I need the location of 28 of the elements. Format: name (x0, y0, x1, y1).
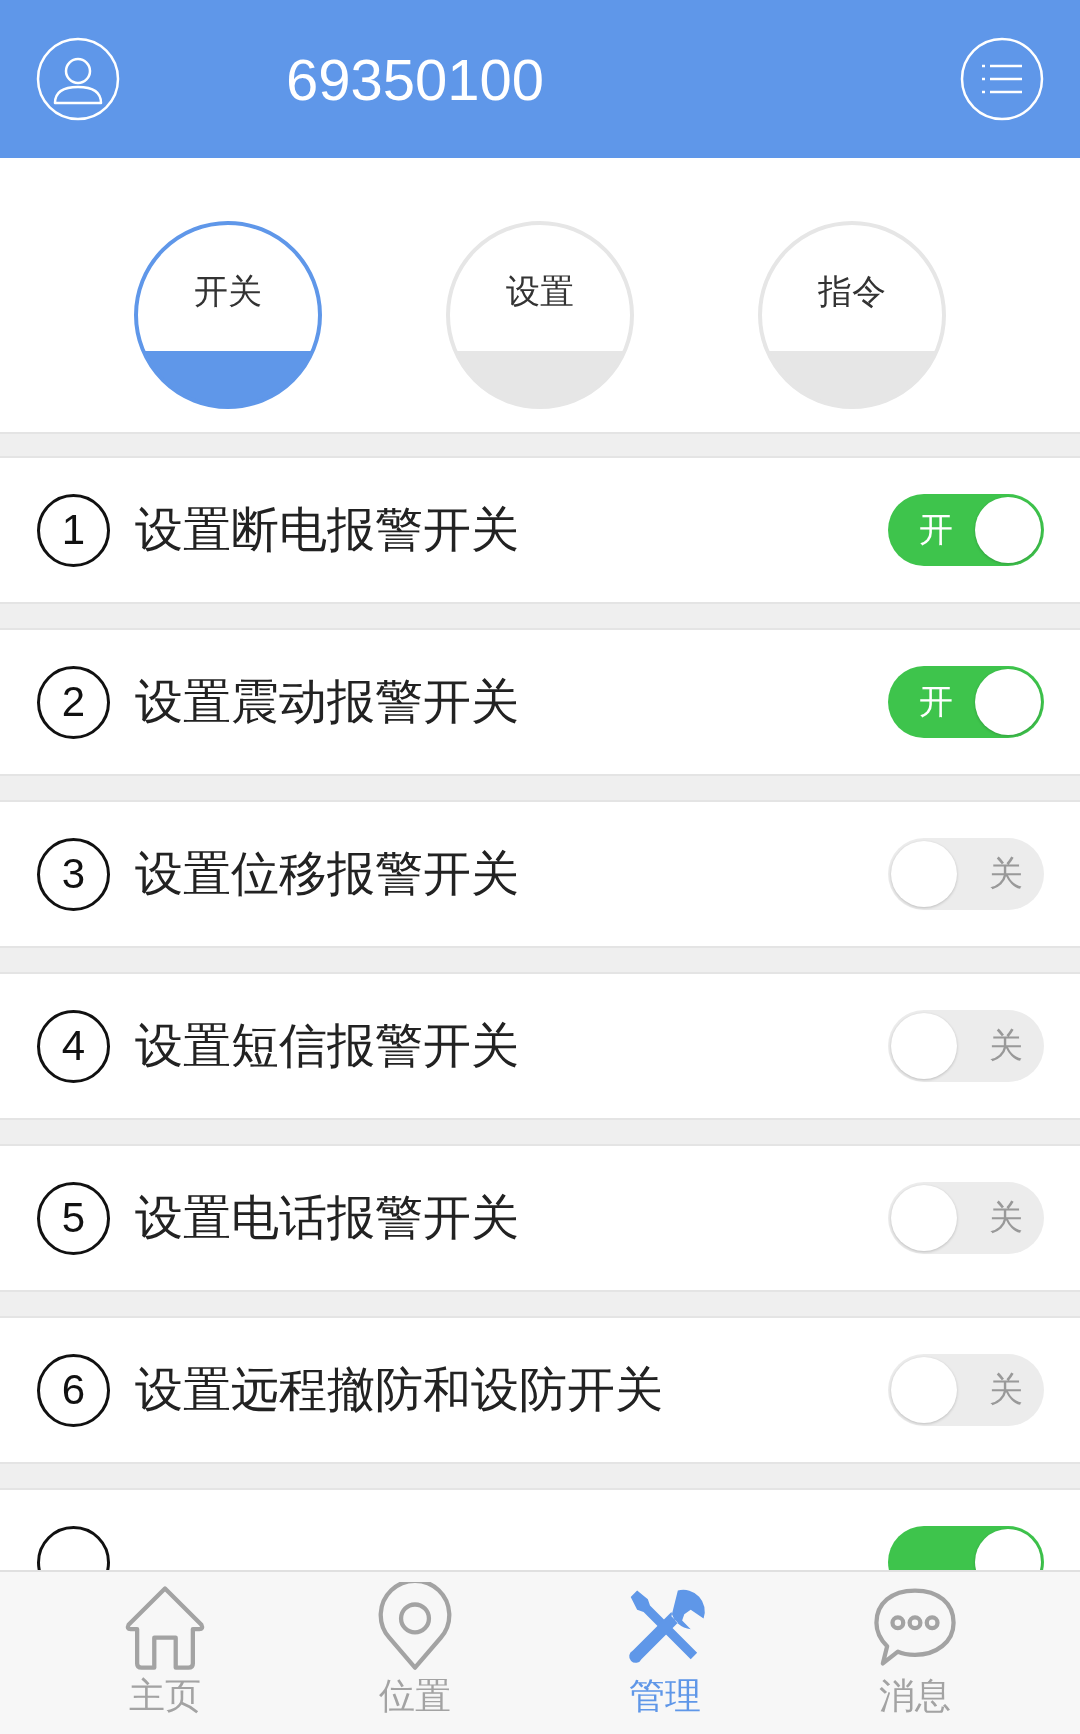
tab[interactable]: 设置 (446, 221, 634, 409)
switch-label: 设置震动报警开关 (135, 672, 520, 731)
toggle-switch[interactable]: 关 (888, 1010, 1044, 1082)
switch-label: 设置短信报警开关 (135, 1016, 520, 1075)
toggle-switch[interactable]: 开 (888, 494, 1044, 566)
nav-tab[interactable]: 管理 (595, 1572, 735, 1734)
user-icon[interactable] (36, 37, 120, 121)
toggle-switch[interactable]: 关 (888, 1182, 1044, 1254)
device-id-title: 69350100 (285, 45, 546, 113)
nav-tab[interactable]: 主页 (95, 1572, 235, 1734)
number-badge: 1 (37, 493, 110, 567)
tab[interactable]: 开关 (134, 221, 322, 409)
number-badge: 4 (37, 1009, 110, 1083)
tab[interactable]: 指令 (758, 221, 946, 409)
toggle-switch[interactable]: 关 (888, 838, 1044, 910)
menu-icon[interactable] (960, 37, 1044, 121)
number-badge: 3 (37, 837, 110, 911)
nav-tab[interactable]: 消息 (845, 1572, 985, 1734)
number-badge: 2 (37, 665, 110, 739)
switch-label: 设置电话报警开关 (135, 1188, 520, 1247)
nav-tab[interactable]: 位置 (345, 1572, 485, 1734)
switch-label: 设置位移报警开关 (135, 844, 520, 903)
toggle-switch[interactable]: 开 (888, 666, 1044, 738)
toggle-switch[interactable]: 关 (888, 1354, 1044, 1426)
switch-label: 设置远程撤防和设防开关 (135, 1360, 664, 1419)
number-badge: 6 (37, 1353, 110, 1427)
number-badge: 5 (37, 1181, 110, 1255)
switch-label: 设置断电报警开关 (135, 500, 520, 559)
